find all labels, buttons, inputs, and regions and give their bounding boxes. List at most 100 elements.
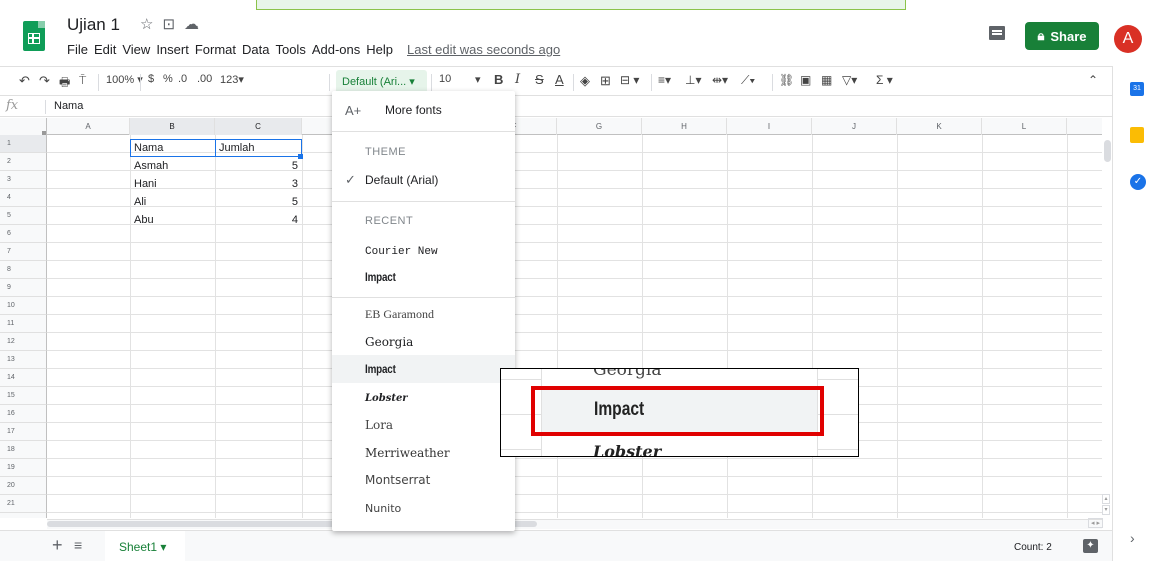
scroll-up-icon[interactable]: ▴ (1102, 494, 1110, 504)
column-header[interactable]: K (897, 118, 982, 135)
font-item-eb-garamond[interactable]: EB Garamond (332, 300, 515, 328)
row-header[interactable]: 14 (0, 369, 47, 387)
calendar-icon[interactable]: 31 (1130, 82, 1144, 96)
keep-icon[interactable] (1130, 127, 1144, 143)
borders-icon[interactable]: ⊞ (600, 73, 611, 89)
row-header[interactable]: 4 (0, 189, 47, 207)
row-header[interactable]: 16 (0, 405, 47, 423)
bold-button[interactable]: B (494, 72, 503, 87)
font-item-courier-new[interactable]: Courier New (332, 236, 515, 264)
cloud-status-icon[interactable]: ☁ (184, 16, 208, 33)
more-formats-button[interactable]: 123▾ (220, 73, 244, 86)
row-header[interactable]: 17 (0, 423, 47, 441)
select-all-corner[interactable] (0, 118, 47, 135)
more-fonts-item[interactable]: More fonts (332, 96, 515, 124)
font-item-impact-recent[interactable]: Impact (332, 263, 515, 291)
undo-icon[interactable]: ↶ (19, 73, 30, 89)
column-header[interactable]: L (982, 118, 1067, 135)
row-header[interactable]: 20 (0, 477, 47, 495)
font-size-select[interactable]: 10 (439, 73, 451, 85)
cell-c4[interactable]: 5 (215, 193, 302, 211)
scroll-down-icon[interactable]: ▾ (1102, 505, 1110, 515)
row-header[interactable]: 19 (0, 459, 47, 477)
column-header[interactable]: J (812, 118, 897, 135)
sheet-tab-sheet1[interactable]: Sheet1 ▾ (105, 531, 185, 561)
move-folder-icon[interactable]: ⊡ (162, 16, 184, 33)
align-horizontal-icon[interactable]: ≡▾ (658, 73, 671, 87)
zoom-select[interactable]: 100% ▾ (106, 73, 143, 86)
font-item-nunito[interactable]: Nunito (332, 494, 515, 522)
menu-help[interactable]: Help (366, 42, 393, 57)
row-header[interactable]: 7 (0, 243, 47, 261)
row-header[interactable]: 9 (0, 279, 47, 297)
strikethrough-button[interactable]: S (535, 72, 544, 87)
filter-icon[interactable]: ▽▾ (842, 73, 857, 87)
row-header[interactable]: 5 (0, 207, 47, 225)
row-header[interactable]: 12 (0, 333, 47, 351)
print-icon[interactable]: 🖶︎ (59, 73, 70, 94)
font-item-lora[interactable]: Lora (332, 411, 515, 439)
font-item-impact[interactable]: Impact (332, 355, 515, 383)
insert-link-icon[interactable]: ⛓︎ (779, 73, 794, 87)
menu-view[interactable]: View (122, 42, 150, 57)
row-header[interactable]: 11 (0, 315, 47, 333)
tasks-icon[interactable]: ✓ (1130, 174, 1146, 190)
all-sheets-icon[interactable]: ≡ (74, 537, 82, 553)
formula-input[interactable]: Nama (54, 100, 83, 112)
functions-button[interactable]: Σ ▾ (876, 73, 893, 87)
text-rotate-icon[interactable]: ⟋▾ (741, 73, 755, 88)
menu-insert[interactable]: Insert (156, 42, 189, 57)
row-header[interactable]: 22 (0, 513, 47, 518)
column-header[interactable]: C (215, 118, 302, 135)
menu-addons[interactable]: Add-ons (312, 42, 360, 57)
italic-button[interactable]: I (515, 72, 520, 87)
column-header[interactable]: B (130, 118, 215, 135)
font-item-georgia[interactable]: Georgia (332, 328, 515, 356)
explore-icon[interactable]: ✦ (1083, 539, 1098, 553)
cell-c3[interactable]: 3 (215, 175, 302, 193)
column-header[interactable]: H (642, 118, 727, 135)
sheets-logo[interactable] (23, 21, 45, 51)
font-size-dropdown-icon[interactable]: ▾ (475, 73, 481, 86)
menu-edit[interactable]: Edit (94, 42, 116, 57)
last-edit-link[interactable]: Last edit was seconds ago (407, 42, 560, 57)
fill-handle[interactable] (298, 154, 303, 159)
align-vertical-icon[interactable]: ⊥▾ (685, 73, 701, 87)
fill-color-icon[interactable]: ◈ (580, 73, 590, 89)
text-wrap-icon[interactable]: ⇹▾ (712, 73, 728, 87)
merge-cells-icon[interactable]: ⊟ ▾ (620, 73, 639, 87)
row-header[interactable]: 10 (0, 297, 47, 315)
menu-tools[interactable]: Tools (275, 42, 305, 57)
redo-icon[interactable]: ↷ (39, 73, 50, 89)
row-header[interactable]: 3 (0, 171, 47, 189)
insert-comment-icon[interactable]: ▣ (800, 73, 811, 87)
document-title[interactable]: Ujian 1 (67, 15, 120, 35)
cell-b5[interactable]: Abu (130, 211, 215, 229)
comment-icon[interactable] (989, 26, 1005, 40)
sheet-grid[interactable]: A B C D E F G H I J K L Nama Jumlah Asma… (0, 118, 1102, 518)
cell-b2[interactable]: Asmah (130, 157, 215, 175)
decrease-decimal-button[interactable]: .0 (178, 73, 187, 85)
row-header[interactable]: 21 (0, 495, 47, 513)
cell-c5[interactable]: 4 (215, 211, 302, 229)
row-header[interactable]: 1 (0, 135, 47, 153)
row-header[interactable]: 15 (0, 387, 47, 405)
currency-button[interactable]: $ (148, 73, 154, 85)
row-header[interactable]: 6 (0, 225, 47, 243)
increase-decimal-button[interactable]: .00 (197, 73, 212, 85)
paint-format-icon[interactable]: ⍑ (79, 73, 86, 88)
font-item-lobster[interactable]: Lobster (332, 383, 515, 411)
menu-file[interactable]: File (67, 42, 88, 57)
selection-count[interactable]: Count: 2 (1014, 542, 1052, 553)
text-color-button[interactable]: A (555, 72, 564, 87)
star-icon[interactable]: ☆ (140, 16, 162, 33)
percent-button[interactable]: % (163, 73, 173, 85)
row-header[interactable]: 8 (0, 261, 47, 279)
row-header[interactable]: 18 (0, 441, 47, 459)
column-header[interactable]: I (727, 118, 812, 135)
row-header[interactable]: 2 (0, 153, 47, 171)
collapse-toolbar-icon[interactable]: ⌃ (1088, 73, 1098, 87)
cell-b3[interactable]: Hani (130, 175, 215, 193)
scroll-left-right-icon[interactable]: ◂ ▸ (1088, 518, 1103, 528)
font-item-montserrat[interactable]: Montserrat (332, 466, 515, 494)
